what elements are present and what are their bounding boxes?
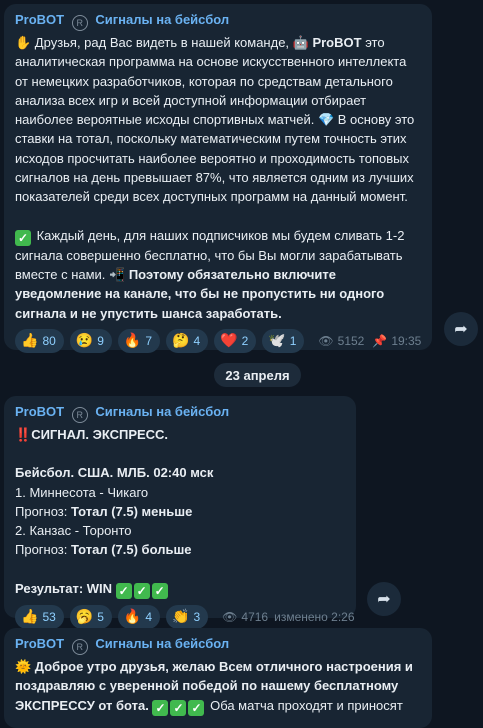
message-header: ProBOT R Сигналы на бейсбол — [15, 404, 345, 423]
channel-name[interactable]: ProBOT — [15, 404, 64, 419]
signature-icon: R — [71, 15, 88, 31]
reaction-yawn[interactable]: 🥱 5 — [69, 604, 112, 629]
robot-emoji: 🤖 — [292, 35, 309, 50]
reaction-thinking[interactable]: 🤔 4 — [166, 328, 209, 353]
check-icon: ✓ — [152, 699, 169, 716]
check-icon: ✓ — [151, 582, 168, 599]
message-bubble-2[interactable]: ProBOT R Сигналы на бейсбол ‼️СИГНАЛ. ЭК… — [4, 396, 356, 629]
views-count: 5152 — [337, 333, 365, 348]
thumbs-up-icon: 👍 — [21, 332, 39, 349]
double-exclamation-icon: ‼️ — [15, 427, 32, 442]
heart-icon: ❤️ — [220, 332, 238, 349]
message-bubble-3[interactable]: ProBOT R Сигналы на бейсбол 🌞 Доброе утр… — [4, 628, 432, 728]
share-icon: ➦ — [377, 591, 391, 608]
date-separator: 23 апреля — [214, 363, 301, 387]
reaction-fire[interactable]: 🔥 7 — [117, 328, 161, 353]
reaction-cry[interactable]: 😢 9 — [69, 328, 112, 353]
message-text: ‼️СИГНАЛ. ЭКСПРЕСС. Бейсбол. США. МЛБ. 0… — [15, 427, 214, 599]
gem-emoji: 💎 — [317, 112, 335, 128]
signature-icon: R — [71, 639, 88, 655]
fire-icon: 🔥 — [123, 332, 142, 349]
clap-icon: 👏 — [172, 608, 190, 625]
message-meta: 👁 4716 изменено 2:26 — [214, 610, 354, 624]
thinking-icon: 🤔 — [172, 332, 190, 349]
check-icon: ✓ — [170, 699, 187, 716]
dove-icon: 🕊️ — [268, 332, 286, 349]
reaction-thumbs-up[interactable]: 👍 80 — [15, 328, 64, 353]
message-text: 🌞 Доброе утро друзья, желаю Всем отлично… — [15, 659, 413, 716]
channel-name[interactable]: ProBOT — [15, 636, 64, 651]
message-header: ProBOT R Сигналы на бейсбол — [15, 12, 421, 31]
message-bubble-1[interactable]: ProBOT R Сигналы на бейсбол ✋ Друзья, ра… — [4, 4, 432, 353]
fire-icon: 🔥 — [123, 608, 142, 625]
reactions-bar: 👍 80 😢 9 🔥 7 🤔 4 ❤️ 2 🕊️ 1 👁 5152 📌 19:35 — [15, 328, 421, 353]
check-icon: ✓ — [188, 699, 205, 716]
reaction-dove[interactable]: 🕊️ 1 — [262, 328, 305, 353]
yawn-icon: 🥱 — [75, 608, 94, 625]
channel-title[interactable]: Сигналы на бейсбол — [95, 404, 229, 419]
cry-icon: 😢 — [75, 332, 94, 349]
reaction-thumbs-up[interactable]: 👍 53 — [15, 604, 64, 629]
pin-icon: 📌 — [372, 333, 388, 348]
eye-icon: 👁 — [318, 333, 334, 348]
edited-label: изменено 2:26 — [274, 609, 355, 624]
wave-emoji: ✋ — [15, 35, 32, 50]
message-text: ✋ Друзья, рад Вас видеть в нашей команде… — [15, 35, 415, 321]
reaction-clap[interactable]: 👏 3 — [166, 604, 209, 629]
eye-icon: 👁 — [222, 609, 238, 624]
sun-emoji: 🌞 — [15, 659, 32, 674]
channel-title[interactable]: Сигналы на бейсбол — [95, 12, 229, 27]
signature-icon: R — [71, 407, 88, 423]
check-icon: ✓ — [115, 582, 132, 599]
check-icon: ✓ — [133, 582, 150, 599]
thumbs-up-icon: 👍 — [21, 608, 39, 625]
channel-title[interactable]: Сигналы на бейсбол — [95, 636, 229, 651]
share-button-1[interactable]: ➦ — [444, 312, 478, 346]
views-count: 4716 — [241, 609, 269, 624]
message-time: 19:35 — [391, 333, 422, 348]
share-button-2[interactable]: ➦ — [367, 582, 401, 616]
reaction-heart[interactable]: ❤️ 2 — [214, 328, 257, 353]
share-icon: ➦ — [454, 321, 468, 338]
message-meta: 👁 5152 📌 19:35 — [310, 334, 421, 348]
channel-name[interactable]: ProBOT — [15, 12, 64, 27]
phone-emoji: 📲 — [109, 266, 126, 282]
message-header: ProBOT R Сигналы на бейсбол — [15, 636, 421, 655]
check-icon: ✓ — [15, 229, 31, 246]
reaction-fire[interactable]: 🔥 4 — [117, 604, 161, 629]
reactions-bar: 👍 53 🥱 5 🔥 4 👏 3 👁 4716 изменено 2:26 — [15, 604, 355, 629]
